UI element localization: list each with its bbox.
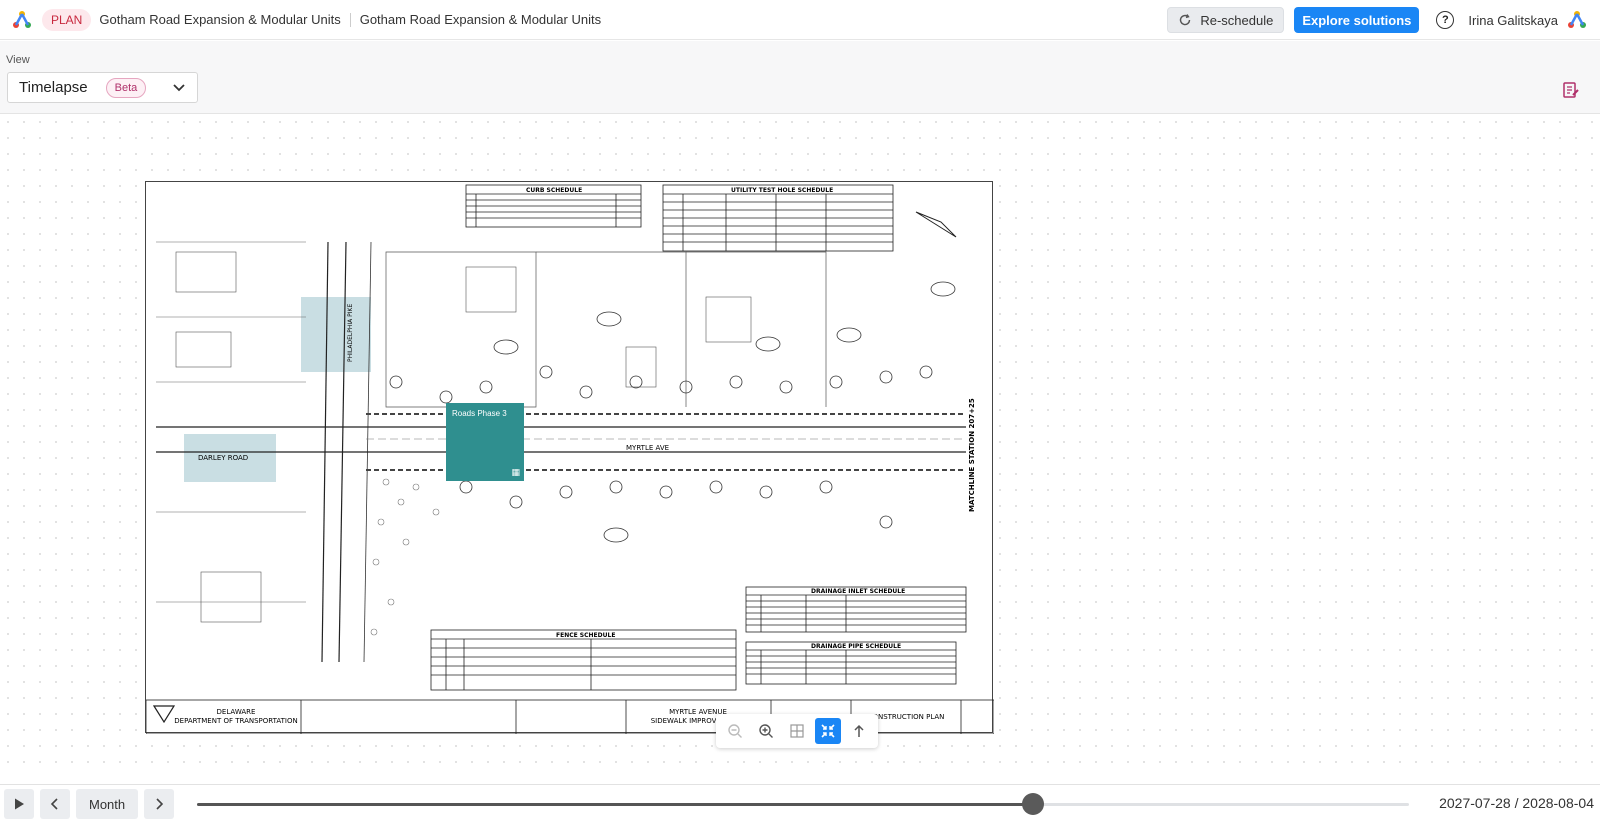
explore-solutions-button[interactable]: Explore solutions xyxy=(1294,7,1420,33)
refresh-icon xyxy=(1180,14,1191,26)
drawing-linework: CURB SCHEDULE UTILITY TEST HOLE SCHEDULE… xyxy=(145,184,995,735)
arrow-up-icon xyxy=(854,724,864,737)
agency-line-1: DELAWARE xyxy=(217,708,256,716)
chevron-left-icon xyxy=(50,798,58,810)
date-range: 2027-07-28 / 2028-08-04 xyxy=(1439,795,1594,811)
grid-toggle-button[interactable] xyxy=(784,718,810,744)
timeline-slider[interactable] xyxy=(197,793,1409,815)
street-label: MYRTLE AVE xyxy=(626,444,669,452)
beta-badge: Beta xyxy=(105,77,147,98)
fence-schedule-title: FENCE SCHEDULE xyxy=(556,632,615,639)
zoom-out-button[interactable] xyxy=(722,718,748,744)
play-icon xyxy=(15,798,24,810)
view-selected-value: Timelapse xyxy=(19,79,88,96)
timeline-handle[interactable] xyxy=(1022,793,1045,815)
drainage-pipe-title: DRAINAGE PIPE SCHEDULE xyxy=(811,643,901,650)
fit-screen-icon xyxy=(821,724,835,738)
curb-schedule-title: CURB SCHEDULE xyxy=(526,187,582,194)
timeline-progress xyxy=(197,803,1034,806)
plan-canvas[interactable]: CURB SCHEDULE UTILITY TEST HOLE SCHEDULE… xyxy=(0,114,1600,771)
construction-drawing-sheet[interactable]: CURB SCHEDULE UTILITY TEST HOLE SCHEDULE… xyxy=(145,181,995,735)
view-toolbar: View Timelapse Beta xyxy=(0,41,1600,114)
user-name[interactable]: Irina Galitskaya xyxy=(1468,13,1558,28)
zoom-in-button[interactable] xyxy=(753,718,779,744)
view-select[interactable]: Timelapse Beta xyxy=(7,72,198,103)
chevron-down-icon xyxy=(173,84,185,92)
plan-badge: PLAN xyxy=(42,8,92,31)
map-toolbar xyxy=(716,714,878,748)
grip-icon[interactable]: ▦ xyxy=(511,467,520,478)
orientation-button[interactable] xyxy=(846,718,872,744)
notes-edit-icon[interactable] xyxy=(1562,81,1580,99)
top-bar: PLAN Gotham Road Expansion & Modular Uni… xyxy=(0,0,1600,40)
reschedule-label: Re-schedule xyxy=(1200,12,1274,28)
sheet-type-label: CONSTRUCTION PLAN xyxy=(868,713,945,721)
darley-road-label: DARLEY ROAD xyxy=(198,454,248,462)
breadcrumb-project[interactable]: Gotham Road Expansion & Modular Units xyxy=(99,12,340,27)
chevron-right-icon xyxy=(156,798,164,810)
reschedule-button[interactable]: Re-schedule xyxy=(1167,7,1285,33)
view-label: View xyxy=(6,54,30,66)
play-button[interactable] xyxy=(4,789,34,819)
interval-select[interactable]: Month xyxy=(76,789,139,819)
grid-icon xyxy=(790,724,804,738)
agency-line-2: DEPARTMENT OF TRANSPORTATION xyxy=(174,717,297,725)
header-actions: Re-schedule Explore solutions ? Irina Ga… xyxy=(1167,0,1600,40)
fit-to-screen-button[interactable] xyxy=(814,718,841,744)
breadcrumb-plan[interactable]: Gotham Road Expansion & Modular Units xyxy=(360,12,601,27)
drainage-inlet-title: DRAINAGE INLET SCHEDULE xyxy=(811,588,905,595)
zoom-in-icon xyxy=(759,724,774,738)
zoom-out-icon xyxy=(728,724,743,738)
utility-schedule-title: UTILITY TEST HOLE SCHEDULE xyxy=(731,187,833,194)
pike-label: PHILADELPHIA PIKE xyxy=(347,304,354,362)
breadcrumb-divider xyxy=(349,12,351,27)
next-button[interactable] xyxy=(144,789,175,819)
phase-overlay[interactable]: Roads Phase 3 ▦ xyxy=(446,403,524,481)
matchline-label: MATCHLINE STATION 207+25 xyxy=(968,398,976,512)
org-logo-icon[interactable] xyxy=(1566,9,1588,31)
app-logo-icon[interactable] xyxy=(11,9,33,31)
timeline-bar: Month 2027-07-28 / 2028-08-04 xyxy=(0,784,1600,823)
help-icon[interactable]: ? xyxy=(1436,11,1455,29)
previous-button[interactable] xyxy=(40,789,70,819)
phase-label: Roads Phase 3 xyxy=(452,409,507,418)
